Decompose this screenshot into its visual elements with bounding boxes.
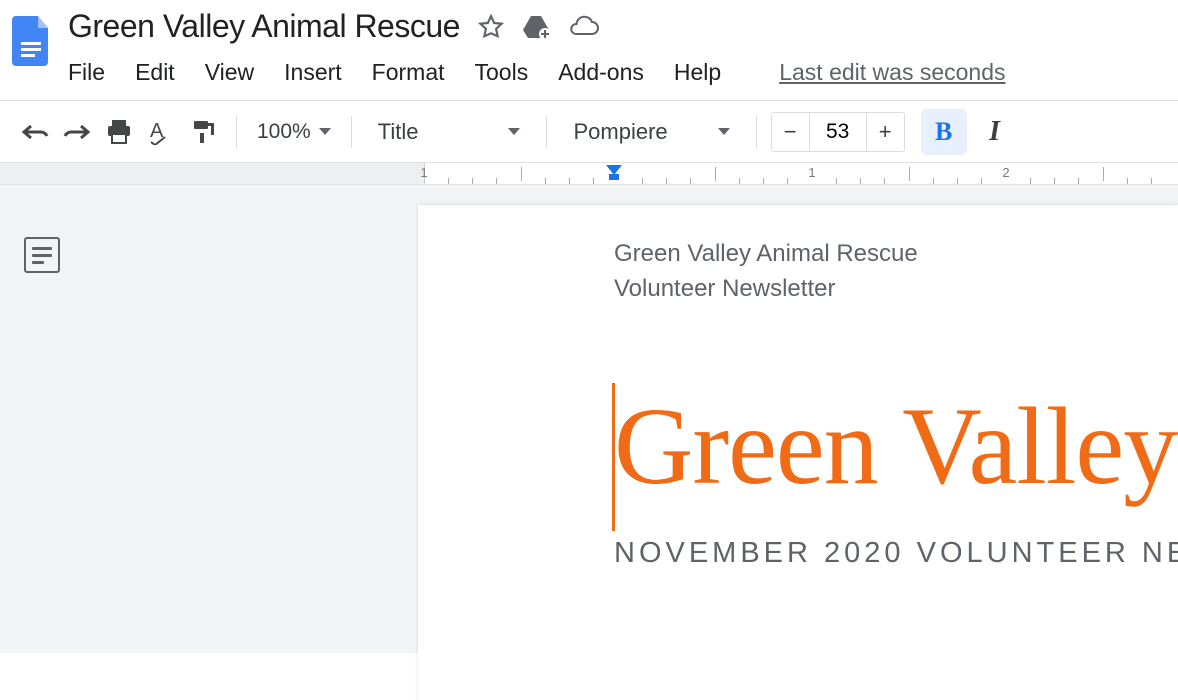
- menu-file[interactable]: File: [68, 59, 105, 86]
- print-icon[interactable]: [100, 113, 138, 151]
- menu-addons[interactable]: Add-ons: [558, 59, 644, 86]
- editor-workspace: Green Valley Animal Rescue Volunteer New…: [0, 185, 1178, 653]
- menu-help[interactable]: Help: [674, 59, 721, 86]
- document-title[interactable]: Green Valley Animal Rescue: [68, 8, 460, 45]
- document-outline-button[interactable]: [24, 237, 60, 273]
- document-title-text[interactable]: Green Valley: [614, 391, 1178, 501]
- chevron-down-icon: [508, 128, 520, 135]
- style-value: Title: [378, 119, 419, 145]
- text-cursor: [612, 383, 615, 531]
- increase-font-size-button[interactable]: +: [866, 113, 904, 151]
- separator: [236, 116, 237, 148]
- header-line: Volunteer Newsletter: [614, 272, 1178, 307]
- ruler-mark: 1: [808, 165, 815, 180]
- page-header[interactable]: Green Valley Animal Rescue Volunteer New…: [614, 237, 1178, 307]
- font-value: Pompiere: [573, 119, 667, 145]
- horizontal-ruler[interactable]: 1 1 2: [0, 163, 1178, 185]
- docs-logo-icon[interactable]: [8, 8, 56, 66]
- chevron-down-icon: [319, 128, 331, 135]
- zoom-value: 100%: [257, 120, 311, 144]
- star-icon[interactable]: [478, 14, 504, 40]
- undo-icon[interactable]: [16, 113, 54, 151]
- toolbar: A 100% Title Pompiere − + B I: [0, 101, 1178, 163]
- cloud-status-icon[interactable]: [568, 15, 600, 39]
- menu-bar: File Edit View Insert Format Tools Add-o…: [68, 59, 1178, 86]
- chevron-down-icon: [718, 128, 730, 135]
- title-text: Green Valley: [614, 385, 1177, 507]
- decrease-font-size-button[interactable]: −: [772, 113, 810, 151]
- menu-insert[interactable]: Insert: [284, 59, 342, 86]
- font-size-stepper: − +: [771, 112, 905, 152]
- separator: [546, 116, 547, 148]
- last-edit-link[interactable]: Last edit was seconds: [779, 59, 1005, 86]
- menu-view[interactable]: View: [205, 59, 254, 86]
- move-to-drive-icon[interactable]: [522, 14, 550, 40]
- bold-button[interactable]: B: [921, 109, 967, 155]
- separator: [351, 116, 352, 148]
- paragraph-style-select[interactable]: Title: [366, 119, 533, 145]
- header-line: Green Valley Animal Rescue: [614, 237, 1178, 272]
- spellcheck-icon[interactable]: A: [142, 113, 180, 151]
- italic-button[interactable]: I: [981, 109, 1009, 155]
- menu-format[interactable]: Format: [372, 59, 445, 86]
- ruler-mark: 2: [1002, 165, 1009, 180]
- font-size-input[interactable]: [810, 119, 866, 145]
- font-family-select[interactable]: Pompiere: [561, 119, 741, 145]
- document-page[interactable]: Green Valley Animal Rescue Volunteer New…: [418, 205, 1178, 700]
- zoom-select[interactable]: 100%: [251, 120, 337, 144]
- menu-edit[interactable]: Edit: [135, 59, 175, 86]
- document-subtitle-text[interactable]: NOVEMBER 2020 VOLUNTEER NEWSLETTER: [614, 537, 1178, 570]
- title-bar: Green Valley Animal Rescue File Edit Vie…: [0, 0, 1178, 86]
- ruler-mark: 1: [420, 165, 427, 180]
- redo-icon[interactable]: [58, 113, 96, 151]
- menu-tools[interactable]: Tools: [475, 59, 529, 86]
- paint-format-icon[interactable]: [184, 113, 222, 151]
- separator: [756, 116, 757, 148]
